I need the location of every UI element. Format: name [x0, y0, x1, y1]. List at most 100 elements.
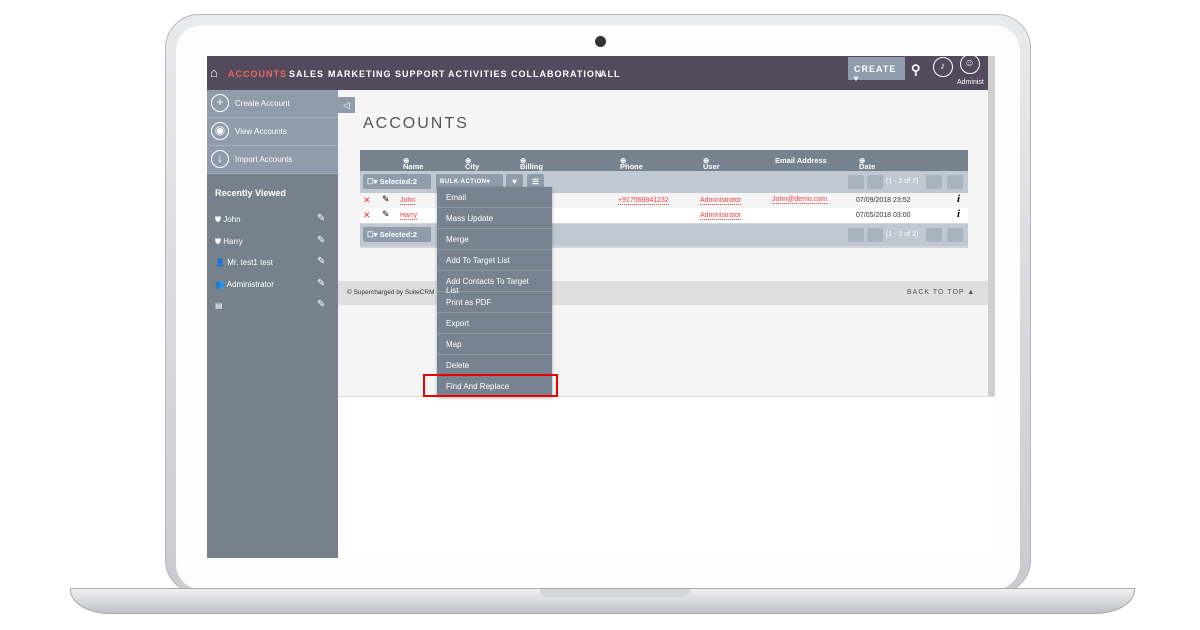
highlight-box: [423, 374, 558, 397]
eye-icon: ◉: [211, 122, 229, 140]
menu-mass-update[interactable]: Mass Update: [437, 208, 552, 229]
nav-all[interactable]: ALL: [600, 69, 621, 79]
last-page-button[interactable]: [947, 175, 963, 189]
table-header: Name ⊕ City ⊕ Billing Country ⊕ Phone ⊕ …: [360, 150, 968, 180]
cell-name[interactable]: Harry: [400, 212, 418, 220]
menu-print-as-pdf[interactable]: Print as PDF: [437, 292, 552, 313]
footer-credit: © Supercharged by SuiteCRM: [347, 289, 435, 296]
cell-email[interactable]: John@demo.com: [772, 196, 827, 204]
first-page-button[interactable]: [848, 175, 864, 189]
shield-icon: ⛊: [215, 215, 221, 224]
cell-user[interactable]: Administrator: [700, 197, 742, 205]
footer: © Supercharged by SuiteCRM BACK TO TOP ▲: [338, 281, 988, 305]
nav-collaboration[interactable]: COLLABORATION: [511, 69, 602, 79]
edit-icon[interactable]: ✎: [382, 194, 390, 205]
users-icon: 👥: [215, 280, 225, 289]
label: Mr. test1 test: [227, 258, 273, 267]
delete-icon[interactable]: ✕: [363, 195, 371, 206]
scrollbar[interactable]: [988, 56, 995, 396]
page-title: ACCOUNTS: [363, 115, 469, 132]
label: Import Accounts: [235, 155, 293, 164]
last-page-button[interactable]: [947, 228, 963, 242]
sidebar-collapse-button[interactable]: ◁: [338, 97, 355, 113]
recent-item-contact[interactable]: 👤 Mr. test1 test: [215, 258, 273, 267]
next-page-button[interactable]: [926, 228, 942, 242]
person-icon: 👤: [215, 258, 225, 267]
menu-merge[interactable]: Merge: [437, 229, 552, 250]
home-icon[interactable]: ⌂: [210, 65, 219, 80]
pagination-info: (1 - 2 of 2): [886, 231, 919, 238]
col-phone[interactable]: Phone ⊕: [620, 156, 643, 171]
edit-icon[interactable]: ✎: [317, 299, 325, 310]
nav-sales[interactable]: SALES: [289, 69, 324, 79]
info-icon[interactable]: i: [957, 208, 960, 220]
create-button[interactable]: CREATE ▾: [848, 57, 905, 83]
create-label: CREATE: [854, 64, 897, 74]
menu-add-to-target-list[interactable]: Add To Target List: [437, 250, 552, 271]
blank-area: [338, 396, 995, 558]
notification-bell-icon[interactable]: ♪: [933, 57, 953, 77]
user-avatar-icon[interactable]: ☺: [960, 56, 980, 74]
col-billing-country[interactable]: Billing Country ⊕: [520, 156, 549, 180]
menu-delete[interactable]: Delete: [437, 355, 552, 376]
label: Create Account: [235, 99, 290, 108]
recent-item-harry[interactable]: ⛊ Harry: [215, 237, 243, 247]
edit-icon[interactable]: ✎: [382, 209, 390, 220]
col-email[interactable]: Email Address: [775, 156, 827, 165]
col-date-created[interactable]: Date Created ⊕: [859, 156, 887, 180]
menu-map[interactable]: Map: [437, 334, 552, 355]
webcam: [595, 36, 606, 47]
next-page-button[interactable]: [926, 175, 942, 189]
pagination-info: (1 - 2 of 2): [886, 178, 919, 185]
col-user[interactable]: User ⊕: [703, 156, 720, 171]
col-city[interactable]: City ⊕: [465, 156, 479, 171]
download-icon: ↓: [211, 150, 229, 168]
label: Harry: [223, 237, 243, 246]
bulk-action-menu: Email Mass Update Merge Add To Target Li…: [437, 187, 552, 397]
menu-export[interactable]: Export: [437, 313, 552, 334]
recently-viewed-title: Recently Viewed: [215, 188, 286, 198]
screen: ⌂ ACCOUNTS SALES MARKETING SUPPORT ACTIV…: [207, 56, 995, 558]
plus-icon: +: [211, 94, 229, 112]
nav-support[interactable]: SUPPORT: [395, 69, 446, 79]
shield-icon: ⛊: [215, 237, 221, 246]
search-icon[interactable]: ⚲: [911, 62, 922, 78]
prev-page-button[interactable]: [867, 228, 883, 242]
cell-phone[interactable]: +917569841232: [618, 197, 669, 205]
sidebar: + Create Account ◉ View Accounts ↓ Import A…: [207, 90, 338, 558]
label: John: [223, 215, 241, 224]
recent-item-document[interactable]: ▤: [215, 301, 223, 310]
edit-icon[interactable]: ✎: [317, 256, 325, 267]
first-page-button[interactable]: [848, 228, 864, 242]
top-nav: ⌂ ACCOUNTS SALES MARKETING SUPPORT ACTIV…: [207, 56, 995, 90]
select-dropdown[interactable]: ☐▾ Selected:2: [363, 227, 431, 242]
select-dropdown[interactable]: ☐▾ Selected:2: [363, 174, 431, 189]
cell-user[interactable]: Administrator: [700, 212, 742, 220]
nav-activities[interactable]: ACTIVITIES: [448, 69, 508, 79]
prev-page-button[interactable]: [867, 175, 883, 189]
delete-icon[interactable]: ✕: [363, 210, 371, 221]
sidebar-view-accounts[interactable]: ◉ View Accounts: [207, 118, 338, 146]
cell-name[interactable]: John: [400, 197, 416, 205]
nav-marketing[interactable]: MARKETING: [328, 69, 392, 79]
sidebar-import-accounts[interactable]: ↓ Import Accounts: [207, 146, 338, 174]
sidebar-create-account[interactable]: + Create Account: [207, 90, 338, 118]
edit-icon[interactable]: ✎: [317, 278, 325, 289]
edit-icon[interactable]: ✎: [317, 213, 325, 224]
menu-email[interactable]: Email: [437, 187, 552, 208]
cell-date: 07/05/2018 03:00: [856, 212, 911, 219]
cell-date: 07/09/2018 23:52: [856, 197, 911, 204]
back-to-top-link[interactable]: BACK TO TOP ▲: [907, 289, 975, 296]
nav-accounts[interactable]: ACCOUNTS: [228, 69, 287, 79]
recent-item-administrator[interactable]: 👥 Administrator: [215, 280, 274, 289]
label: Administrator: [226, 280, 274, 289]
menu-add-contacts-to-target-list[interactable]: Add Contacts To Target List: [437, 271, 552, 295]
edit-icon[interactable]: ✎: [317, 235, 325, 246]
recent-item-john[interactable]: ⛊ John: [215, 215, 241, 225]
info-icon[interactable]: i: [957, 193, 960, 205]
label: View Accounts: [235, 127, 287, 136]
col-name[interactable]: Name ⊕: [403, 156, 423, 171]
document-icon: ▤: [215, 301, 223, 310]
laptop-notch: [540, 589, 690, 597]
user-name[interactable]: Administ: [957, 79, 984, 86]
